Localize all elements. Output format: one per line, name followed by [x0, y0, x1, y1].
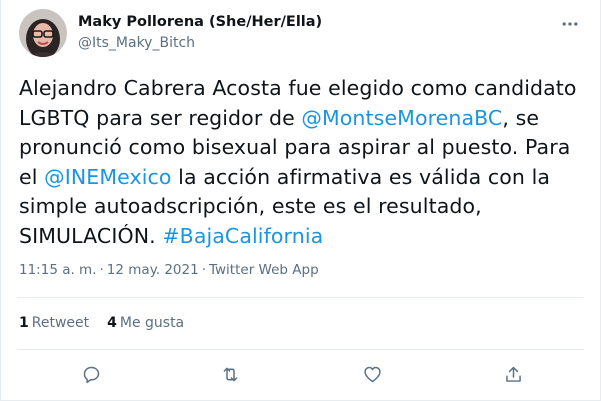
- hashtag-link[interactable]: #BajaCalifornia: [162, 224, 323, 248]
- meta-separator: ·: [201, 262, 206, 278]
- tweet-source[interactable]: Twitter Web App: [209, 262, 319, 278]
- likes-stat[interactable]: 4 Me gusta: [107, 315, 184, 331]
- share-button[interactable]: [500, 361, 526, 387]
- tweet-text: Alejandro Cabrera Acosta fue elegido com…: [19, 74, 589, 251]
- reply-button[interactable]: [78, 361, 104, 387]
- meta-separator: ·: [99, 262, 104, 278]
- likes-label: Me gusta: [119, 315, 185, 331]
- reply-icon: [83, 366, 99, 383]
- tweet-card: Maky Pollorena (She/Her/Ella) @Its_Maky_…: [0, 0, 601, 401]
- like-icon: [363, 366, 381, 382]
- tweet-time[interactable]: 11:15 a. m.: [19, 262, 97, 278]
- more-options-button[interactable]: [556, 10, 584, 38]
- more-options-icon: [562, 22, 578, 26]
- mention-link[interactable]: @MontseMorenaBC: [301, 106, 502, 130]
- retweets-stat[interactable]: 1 Retweet: [19, 315, 89, 331]
- divider: [17, 297, 584, 298]
- mention-link[interactable]: @INEMexico: [44, 165, 171, 189]
- author-handle[interactable]: @Its_Maky_Bitch: [78, 35, 195, 51]
- retweet-icon: [223, 367, 237, 381]
- retweets-label: Retweet: [31, 315, 90, 331]
- avatar[interactable]: [19, 9, 67, 57]
- tweet-date[interactable]: 12 may. 2021: [107, 262, 199, 278]
- likes-count: 4: [107, 315, 117, 331]
- retweet-button[interactable]: [217, 361, 243, 387]
- author-name[interactable]: Maky Pollorena (She/Her/Ella): [78, 14, 322, 30]
- tweet-stats: 1 Retweet 4 Me gusta: [19, 315, 184, 331]
- share-icon: [505, 366, 521, 382]
- tweet-metadata: 11:15 a. m. · 12 may. 2021 · Twitter Web App: [19, 262, 319, 278]
- divider: [17, 349, 584, 350]
- retweets-count: 1: [19, 315, 29, 331]
- like-button[interactable]: [359, 361, 385, 387]
- avatar-image: [19, 9, 67, 57]
